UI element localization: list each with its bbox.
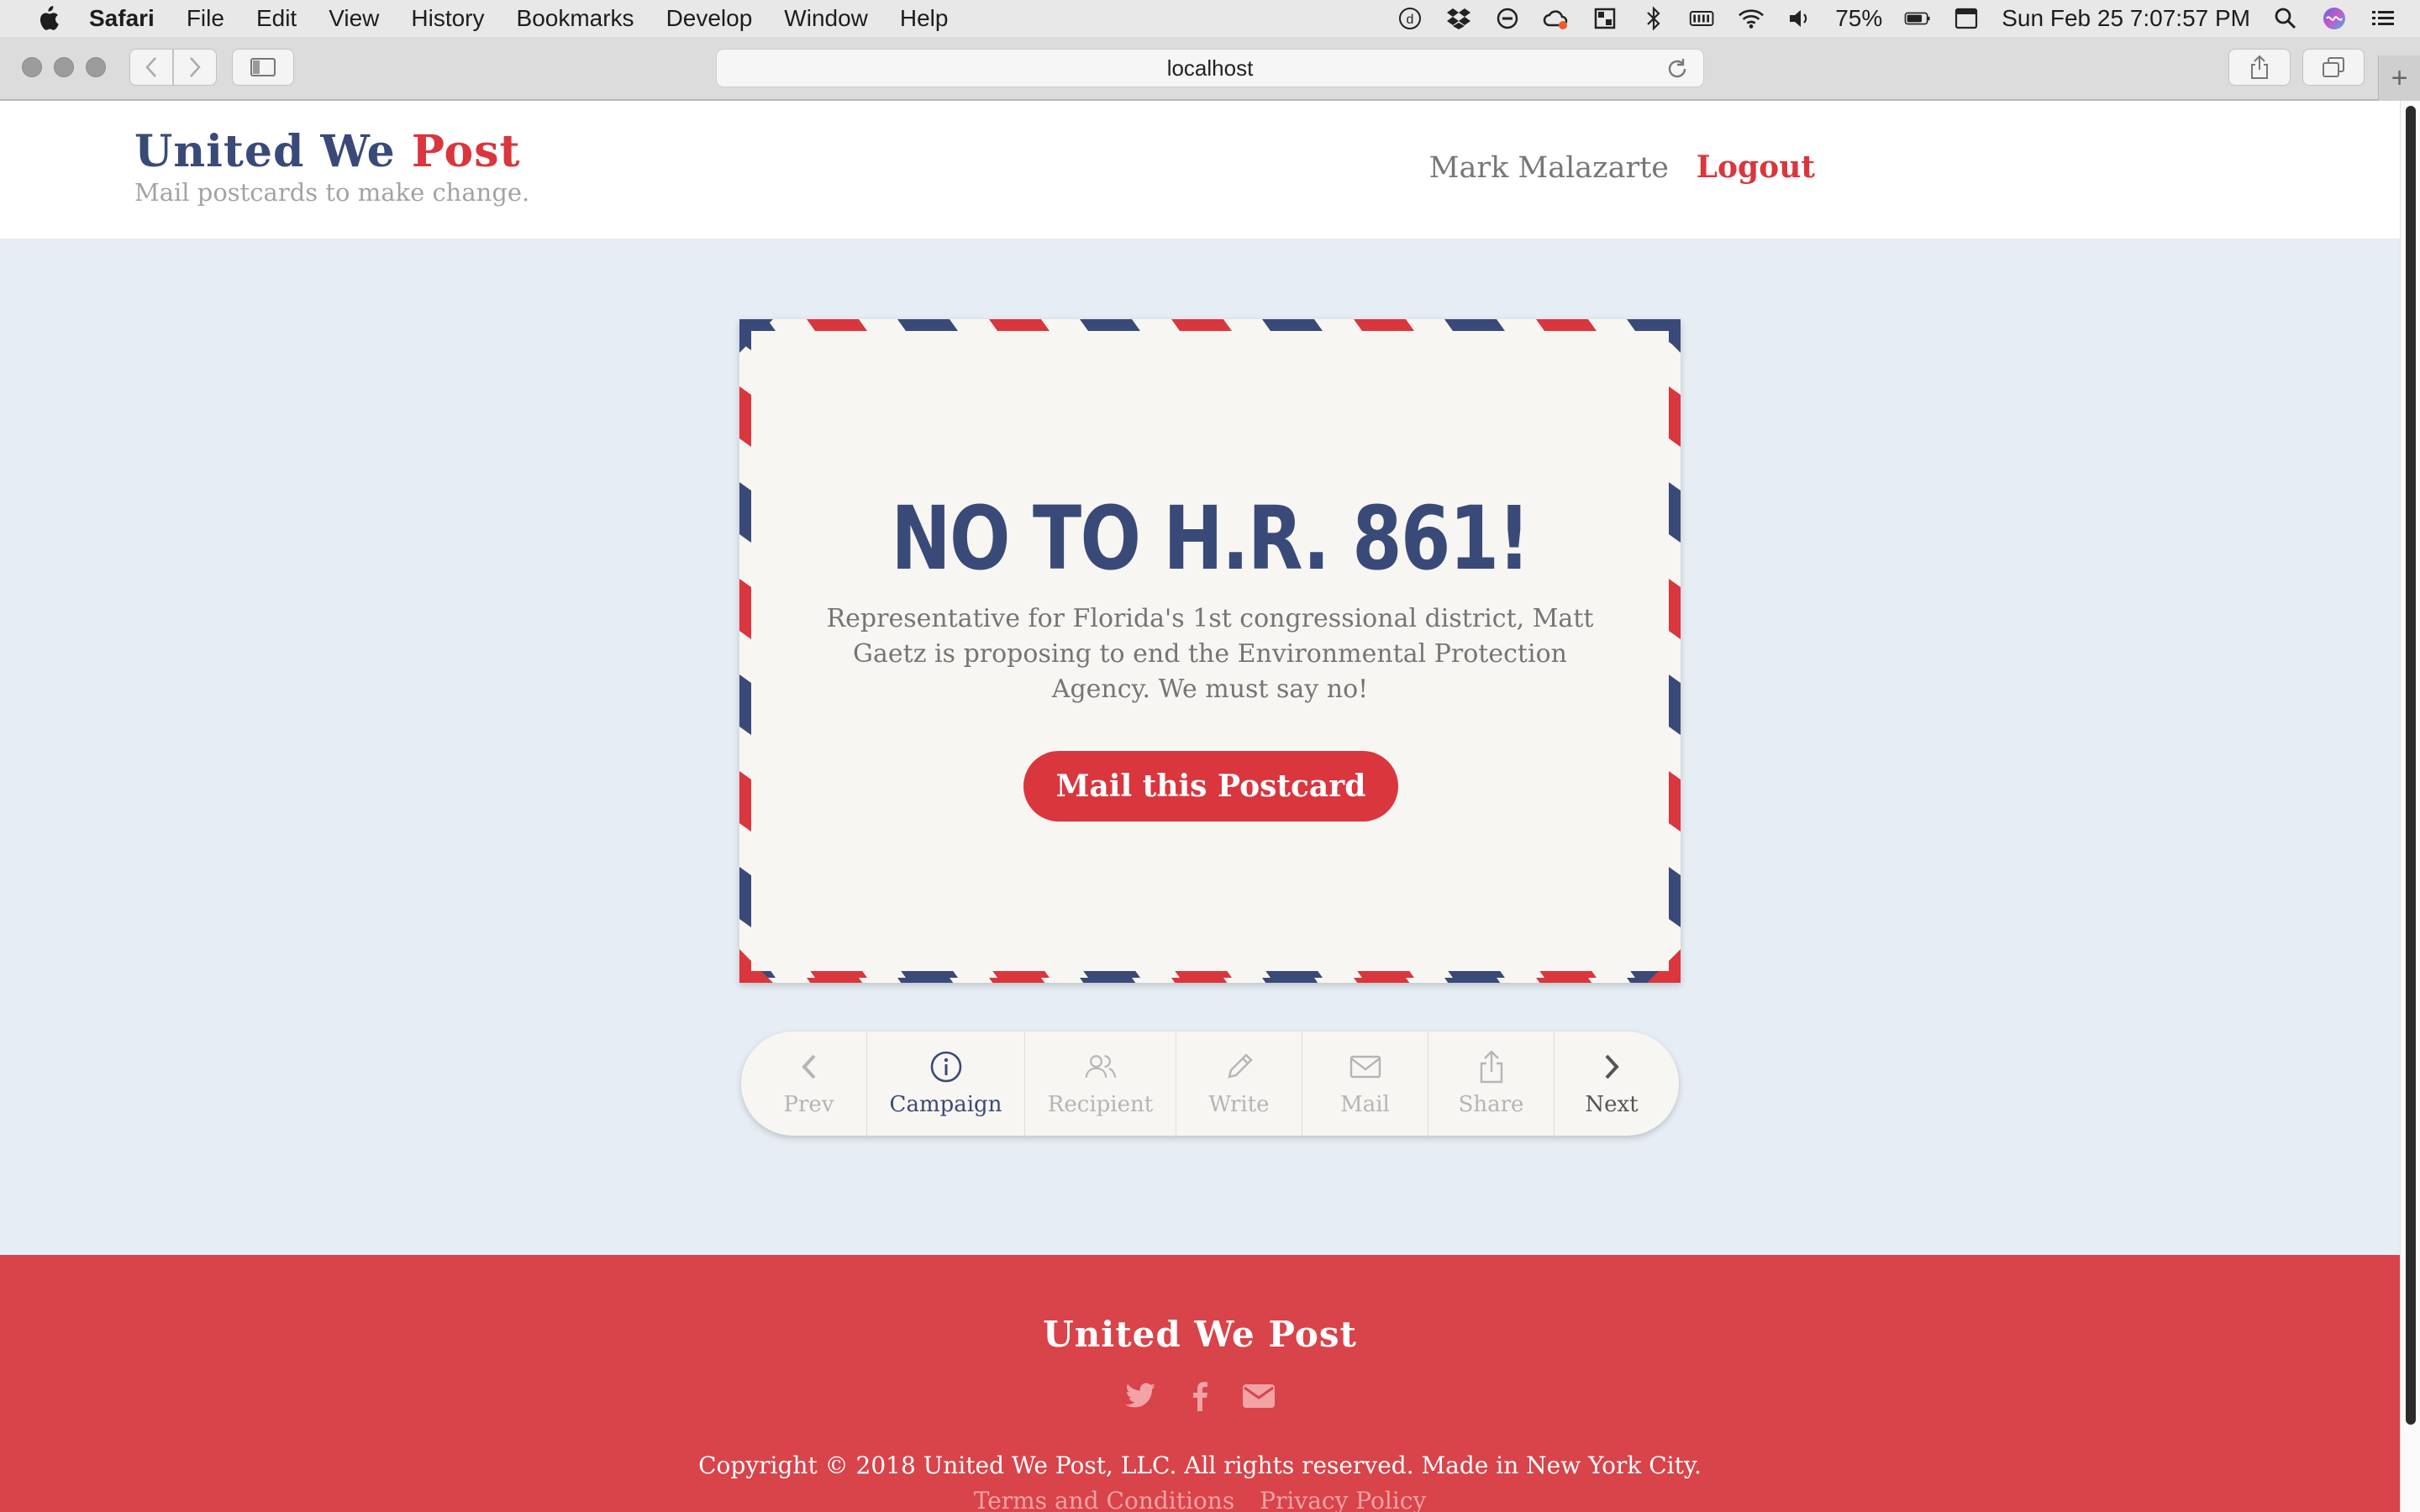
list-icon[interactable] — [2370, 5, 2396, 32]
share-icon — [1475, 1050, 1508, 1084]
step-recipient-label: Recipient — [1047, 1092, 1154, 1117]
step-campaign-label: Campaign — [889, 1092, 1002, 1117]
step-mail[interactable]: Mail — [1302, 1032, 1428, 1136]
tabs-overview-button[interactable] — [2302, 49, 2365, 86]
keyboard-icon[interactable] — [1953, 5, 1980, 32]
copyright-text: Copyright © 2018 United We Post, LLC. Al… — [698, 1452, 1702, 1479]
envelope-icon — [1349, 1050, 1382, 1084]
status-area: d 75% Sun Feb 25 7:07:57 PM — [1397, 0, 2396, 37]
menu-history[interactable]: History — [411, 5, 484, 32]
back-button[interactable] — [129, 49, 173, 86]
sidebar-icon — [250, 58, 276, 76]
campaign-description: Representative for Florida's 1st congres… — [826, 604, 1594, 704]
step-navigation: Prev Campaign Recipient Write Mail Share… — [741, 1032, 1679, 1136]
url-text: localhost — [1166, 55, 1254, 81]
siri-icon[interactable] — [2321, 5, 2348, 32]
users-icon — [1084, 1050, 1118, 1084]
volume-icon[interactable] — [1786, 5, 1813, 32]
site-footer: United We Post Copyright © 2018 United W… — [0, 1255, 2400, 1512]
browser-toolbar: localhost — [0, 37, 2420, 101]
minus-circle-icon[interactable] — [1494, 5, 1521, 32]
campaign-headline: NO TO H.R. 861! — [891, 487, 1530, 590]
battery-percent[interactable]: 75% — [1835, 5, 1882, 32]
terms-link[interactable]: Terms and Conditions — [974, 1487, 1235, 1512]
menu-develop[interactable]: Develop — [666, 5, 753, 32]
logo-text-post: Post — [411, 126, 521, 177]
menu-file[interactable]: File — [187, 5, 224, 32]
user-name-link[interactable]: Mark Malazarte — [1429, 151, 1669, 185]
email-icon[interactable] — [1242, 1379, 1276, 1413]
step-write-label: Write — [1208, 1092, 1270, 1117]
step-share-label: Share — [1458, 1092, 1524, 1117]
step-campaign[interactable]: Campaign — [867, 1032, 1025, 1136]
reload-icon[interactable] — [1665, 56, 1690, 81]
step-mail-label: Mail — [1340, 1092, 1390, 1117]
bluetooth-icon[interactable] — [1640, 5, 1667, 32]
logo-text-united-we: United We — [134, 126, 396, 177]
chevron-left-icon — [792, 1050, 826, 1084]
chevron-right-icon — [190, 57, 201, 77]
prev-step-button[interactable]: Prev — [741, 1032, 867, 1136]
web-page: United We Post Mail postcards to make ch… — [0, 101, 2400, 1512]
battery-meter-icon[interactable] — [1689, 5, 1716, 32]
svg-text:d: d — [1407, 13, 1414, 27]
address-bar[interactable]: localhost — [716, 49, 1704, 87]
step-recipient[interactable]: Recipient — [1025, 1032, 1176, 1136]
social-links — [0, 1379, 2400, 1413]
privacy-link[interactable]: Privacy Policy — [1260, 1487, 1426, 1512]
menu-window[interactable]: Window — [784, 5, 868, 32]
apple-icon[interactable] — [32, 3, 64, 34]
scrollbar-thumb[interactable] — [2406, 106, 2416, 1425]
menu-bookmarks[interactable]: Bookmarks — [517, 5, 634, 32]
plus-icon: + — [2391, 61, 2408, 94]
step-write[interactable]: Write — [1176, 1032, 1302, 1136]
share-icon — [2251, 55, 2268, 79]
wifi-icon[interactable] — [1738, 5, 1765, 32]
info-circle-icon — [929, 1050, 963, 1084]
grid-icon[interactable] — [1591, 5, 1618, 32]
search-icon[interactable] — [2272, 5, 2299, 32]
footer-links: Terms and Conditions Privacy Policy — [0, 1487, 2400, 1512]
site-tagline: Mail postcards to make change. — [134, 178, 530, 207]
site-header: United We Post Mail postcards to make ch… — [0, 101, 2400, 239]
battery-icon[interactable] — [1904, 5, 1931, 32]
menu-help[interactable]: Help — [900, 5, 949, 32]
menu-edit[interactable]: Edit — [256, 5, 297, 32]
mail-postcard-button[interactable]: Mail this Postcard — [1023, 751, 1398, 822]
next-step-label: Next — [1585, 1092, 1639, 1117]
site-logo[interactable]: United We Post — [134, 126, 521, 177]
page-scrollbar[interactable] — [2400, 101, 2420, 1512]
prev-step-label: Prev — [783, 1092, 834, 1117]
tabs-icon — [2323, 57, 2344, 77]
d-icon[interactable]: d — [1397, 5, 1423, 32]
pencil-icon — [1223, 1050, 1256, 1084]
cloud-sync-icon[interactable] — [1543, 5, 1570, 32]
window-zoom-button[interactable] — [86, 57, 106, 77]
logout-link[interactable]: Logout — [1697, 150, 1815, 185]
share-toolbar-button[interactable] — [2228, 49, 2291, 86]
menu-view[interactable]: View — [329, 5, 379, 32]
next-step-button[interactable]: Next — [1555, 1032, 1679, 1136]
window-minimize-button[interactable] — [54, 57, 74, 77]
chevron-right-icon — [1595, 1050, 1628, 1084]
footer-logo[interactable]: United We Post — [0, 1314, 2400, 1355]
menubar: Safari File Edit View History Bookmarks … — [0, 0, 2420, 37]
step-share[interactable]: Share — [1428, 1032, 1555, 1136]
facebook-icon[interactable] — [1183, 1379, 1217, 1413]
menu-app-name[interactable]: Safari — [89, 5, 155, 32]
dropbox-icon[interactable] — [1445, 5, 1472, 32]
sidebar-toggle-button[interactable] — [232, 49, 294, 86]
new-tab-button[interactable]: + — [2378, 55, 2420, 101]
menubar-clock[interactable]: Sun Feb 25 7:07:57 PM — [2002, 5, 2250, 32]
forward-button[interactable] — [173, 49, 217, 86]
window-close-button[interactable] — [22, 57, 42, 77]
postcard: NO TO H.R. 861! Representative for Flori… — [739, 319, 1681, 983]
twitter-icon[interactable] — [1124, 1379, 1158, 1413]
chevron-left-icon — [145, 57, 156, 77]
